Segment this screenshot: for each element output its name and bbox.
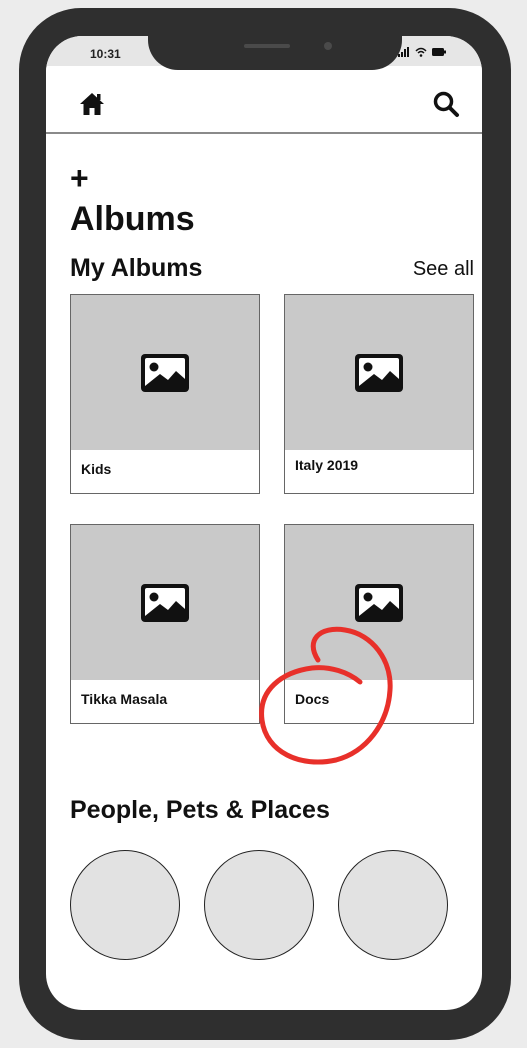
home-button[interactable] <box>78 90 106 118</box>
home-icon <box>80 93 104 115</box>
wifi-icon <box>415 47 427 57</box>
phone-notch <box>148 36 402 70</box>
album-thumbnail <box>71 525 259 680</box>
stage: 10:31 + Albums My Albums See all Kids It… <box>0 0 527 1048</box>
front-camera <box>324 42 332 50</box>
album-thumbnail <box>285 295 473 450</box>
album-label: Docs <box>295 691 330 707</box>
battery-icon <box>432 48 446 56</box>
album-thumbnail <box>285 525 473 680</box>
image-icon <box>141 584 189 622</box>
speaker-grille <box>244 44 290 48</box>
person-avatar[interactable] <box>70 850 180 960</box>
album-card-docs[interactable]: Docs <box>284 524 474 724</box>
album-label: Tikka Masala <box>81 691 168 707</box>
image-icon <box>355 354 403 392</box>
search-button[interactable] <box>432 90 460 118</box>
people-pets-places-heading: People, Pets & Places <box>70 796 330 824</box>
person-avatar[interactable] <box>338 850 448 960</box>
status-icons <box>398 47 446 57</box>
see-all-link[interactable]: See all <box>413 258 474 281</box>
album-label: Kids <box>81 461 112 477</box>
album-card-italy-2019[interactable]: Italy 2019 <box>284 294 474 494</box>
album-label: Italy 2019 <box>295 457 359 473</box>
add-album-button[interactable]: + <box>70 162 89 194</box>
image-icon <box>141 354 189 392</box>
image-icon <box>355 584 403 622</box>
search-icon <box>433 91 459 117</box>
album-card-kids[interactable]: Kids <box>70 294 260 494</box>
my-albums-heading: My Albums <box>70 254 203 282</box>
album-thumbnail <box>71 295 259 450</box>
status-time: 10:31 <box>90 47 121 61</box>
top-nav-bar <box>46 66 482 134</box>
page-title: Albums <box>70 200 195 238</box>
phone-screen: 10:31 + Albums My Albums See all Kids It… <box>46 36 482 1010</box>
person-avatar[interactable] <box>204 850 314 960</box>
album-card-tikka-masala[interactable]: Tikka Masala <box>70 524 260 724</box>
